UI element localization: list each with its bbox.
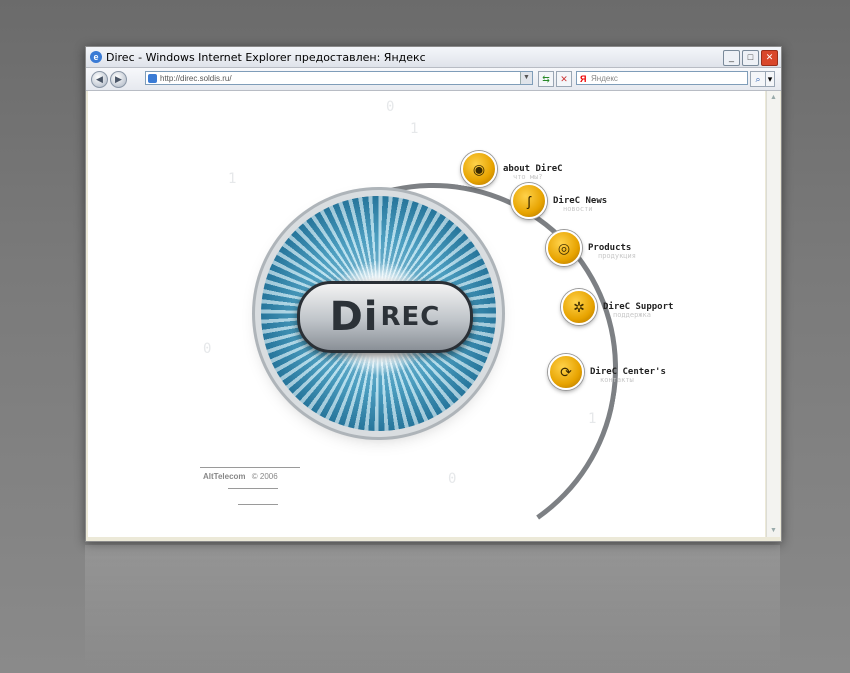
menu-sublabel: поддержка <box>613 311 651 319</box>
menu-label: DireC Support поддержка <box>603 302 674 319</box>
footer: AltTelecom © 2006 <box>203 472 278 481</box>
refresh-icon[interactable]: ⟳ <box>548 354 584 390</box>
forward-button[interactable]: ▶ <box>110 71 127 88</box>
menu-item-support[interactable]: ✲ DireC Support поддержка <box>561 289 673 325</box>
scroll-up-icon[interactable]: ▲ <box>768 92 779 103</box>
menu-label: about DireC что мы? <box>503 164 563 181</box>
close-button[interactable]: ✕ <box>761 50 778 66</box>
window-reflection <box>85 545 780 673</box>
menu-sublabel: новости <box>563 205 593 213</box>
footer-divider <box>238 504 278 505</box>
menu-sublabel: что мы? <box>513 173 543 181</box>
yandex-logo-icon: Я <box>580 74 587 84</box>
search-input[interactable]: Я Яндекс <box>576 71 748 85</box>
eye-icon[interactable]: ◉ <box>461 151 497 187</box>
target-icon[interactable]: ◎ <box>546 230 582 266</box>
address-text: http://direc.soldis.ru/ <box>160 74 232 83</box>
web-icon[interactable]: ✲ <box>561 289 597 325</box>
footer-divider <box>228 488 278 489</box>
menu-sublabel: контакты <box>600 376 634 384</box>
logo-rec: REC <box>380 302 441 332</box>
address-bar[interactable]: http://direc.soldis.ru/ ▼ <box>145 71 533 85</box>
footer-copyright: © 2006 <box>251 472 278 481</box>
back-button[interactable]: ◀ <box>91 71 108 88</box>
ie-logo-icon: e <box>90 51 102 63</box>
stop-button[interactable]: ✕ <box>556 71 572 87</box>
search-options-icon[interactable]: ▾ <box>765 71 775 87</box>
navigation-toolbar: ◀ ▶ http://direc.soldis.ru/ ▼ ⇆ ✕ Я Янде… <box>86 68 781 91</box>
binary-decoration: 0 <box>203 341 212 357</box>
binary-decoration: 1 <box>410 121 419 137</box>
maximize-button[interactable]: □ <box>742 50 759 66</box>
browser-window: e Direc - Windows Internet Explorer пред… <box>85 46 782 542</box>
refresh-button[interactable]: ⇆ <box>538 71 554 87</box>
menu-sublabel: продукция <box>598 252 636 260</box>
menu-label: DireC Center's контакты <box>590 367 666 384</box>
window-title: Direc - Windows Internet Explorer предос… <box>106 50 426 64</box>
title-bar: e Direc - Windows Internet Explorer пред… <box>86 47 781 68</box>
address-dropdown-icon[interactable]: ▼ <box>520 72 532 84</box>
binary-decoration: 0 <box>386 99 395 115</box>
direc-logo[interactable]: Di REC <box>297 281 473 353</box>
page-icon <box>148 74 157 83</box>
scroll-down-icon[interactable]: ▼ <box>768 525 779 536</box>
page-content: 0 1 1 0 1 0 Di REC ◉ about DireC что мы?… <box>88 91 765 537</box>
footer-company: AltTelecom <box>203 472 246 481</box>
menu-label: Products продукция <box>588 243 636 260</box>
ear-icon[interactable]: ʃ <box>511 183 547 219</box>
vertical-scrollbar[interactable]: ▲ ▼ <box>766 91 780 537</box>
footer-divider <box>200 467 300 468</box>
logo-di: Di <box>329 294 379 340</box>
menu-label: DireC News новости <box>553 196 608 213</box>
binary-decoration: 1 <box>228 171 237 187</box>
menu-item-news[interactable]: ʃ DireC News новости <box>511 183 607 219</box>
minimize-button[interactable]: _ <box>723 50 740 66</box>
menu-item-centers[interactable]: ⟳ DireC Center's контакты <box>548 354 666 390</box>
menu-item-about[interactable]: ◉ about DireC что мы? <box>461 151 563 187</box>
search-placeholder: Яндекс <box>591 74 618 83</box>
menu-item-products[interactable]: ◎ Products продукция <box>546 230 636 266</box>
search-button[interactable]: ⌕ <box>750 71 766 87</box>
